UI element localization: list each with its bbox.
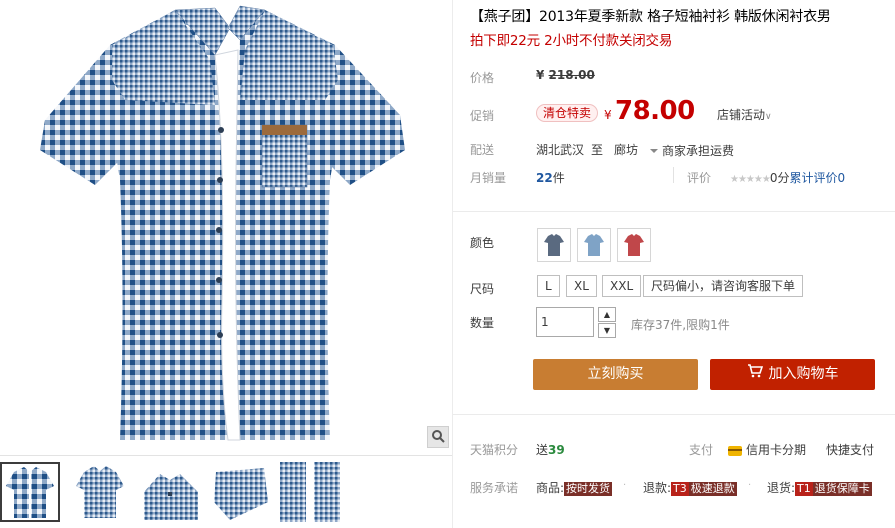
product-info-panel: 【燕子团】2013年夏季新款 格子短袖衬衫 韩版休闲衬衣男 拍下即22元 2小时… (453, 0, 895, 528)
chevron-down-icon: ∨ (765, 112, 772, 122)
pay-label: 支付 (689, 443, 714, 457)
size-option-l[interactable]: L (537, 275, 560, 297)
credit-card-label: 信用卡分期 (746, 443, 807, 457)
points-give: 送 (536, 443, 549, 457)
delivery-destination: 廊坊 (614, 143, 639, 157)
color-option-2[interactable] (577, 228, 611, 262)
quantity-input[interactable] (536, 307, 594, 337)
chevron-down-icon (649, 148, 658, 153)
service-goods: 商品: 按时发货 (536, 479, 613, 496)
credit-card-option[interactable]: 信用卡分期 (728, 441, 806, 458)
quantity-up-button[interactable]: ▲ (598, 307, 616, 322)
thumbnail-4[interactable] (210, 462, 270, 522)
product-gallery (0, 0, 452, 528)
size-option-xl[interactable]: XL (566, 275, 597, 297)
add-to-cart-label: 加入购物车 (768, 366, 839, 382)
original-price: ¥ 218.00 (536, 68, 595, 82)
store-activity-dropdown[interactable]: 店铺活动∨ (717, 106, 772, 123)
size-label: 尺码 (470, 282, 495, 296)
zoom-icon (431, 429, 445, 446)
delivery-to-word: 至 (591, 143, 604, 157)
delivery-from: 湖北武汉 (536, 143, 585, 157)
promo-label: 促销 (470, 109, 495, 123)
add-to-cart-button[interactable]: 加入购物车 (710, 359, 875, 390)
thumbnail-3[interactable] (140, 462, 200, 522)
service-label: 服务承诺 (470, 481, 519, 495)
color-option-3[interactable] (617, 228, 651, 262)
service-refund-label: 退款: (643, 481, 672, 495)
store-activity-label: 店铺活动 (717, 108, 766, 122)
spinner-up-icon: ▲ (603, 310, 611, 319)
rating-stars: ★★★★★ (730, 174, 771, 185)
quantity-label: 数量 (470, 316, 495, 330)
section-divider-2 (453, 414, 895, 415)
points-value: 送39 (536, 441, 565, 458)
thumbnail-2[interactable] (70, 462, 130, 522)
rating-summary: ★★★★★0分累计评价0 (730, 169, 845, 186)
cumulative-reviews-link[interactable]: 累计评价 (789, 171, 837, 185)
refund-code-badge: T3 (671, 482, 689, 496)
cart-icon (747, 359, 763, 390)
main-product-image[interactable] (0, 0, 452, 450)
rating-score: 0分 (769, 171, 790, 185)
service-goods-label: 商品: (536, 481, 565, 495)
monthly-sales: 22件 (536, 169, 565, 186)
fast-refund-badge[interactable]: 极速退款 (688, 482, 737, 496)
thumbnail-strip (0, 455, 452, 528)
original-price-value: 218.00 (548, 68, 595, 82)
original-price-currency: ¥ (536, 68, 545, 82)
promo-price: 78.00 (615, 96, 695, 126)
points-amount: 39 (548, 443, 565, 457)
product-subtitle: 拍下即22元 2小时不付款关闭交易 (470, 33, 673, 49)
thumbnail-1[interactable] (0, 462, 60, 522)
quantity-down-button[interactable]: ▼ (598, 323, 616, 338)
return-code-badge: T1 (795, 482, 813, 496)
delivery-destination-select[interactable]: 廊坊 (614, 141, 658, 158)
quick-pay-option[interactable]: 快捷支付 (826, 441, 874, 458)
separator-dot: · (623, 480, 627, 491)
spinner-down-icon: ▼ (603, 326, 611, 335)
promo-tag: 清仓特卖 (536, 104, 599, 122)
monthly-sales-label: 月销量 (470, 171, 507, 185)
monthly-sales-unit: 件 (552, 171, 565, 185)
monthly-sales-count: 22 (536, 171, 553, 185)
buy-now-button[interactable]: 立刻购买 (533, 359, 698, 390)
credit-card-icon (728, 445, 742, 456)
points-label: 天猫积分 (470, 443, 519, 457)
service-refund: 退款: T3 极速退款 (643, 479, 737, 496)
review-count: 0 (837, 171, 846, 185)
color-option-1[interactable] (537, 228, 571, 262)
service-return: 退货: T1 退货保障卡 (767, 479, 872, 496)
size-note-option[interactable]: 尺码偏小，请咨询客服下单 (643, 275, 804, 297)
service-return-label: 退货: (767, 481, 796, 495)
section-divider (453, 211, 895, 212)
zoom-button[interactable] (427, 426, 449, 448)
thumbnail-5[interactable] (280, 462, 340, 522)
delivery-label: 配送 (470, 143, 495, 157)
color-label: 颜色 (470, 236, 495, 250)
on-time-shipping-badge[interactable]: 按时发货 (564, 482, 613, 496)
size-option-xxl[interactable]: XXL (602, 275, 642, 297)
return-guarantee-badge[interactable]: 退货保障卡 (812, 482, 872, 496)
shipping-note: 商家承担运费 (662, 144, 735, 158)
promo-currency: ¥ (604, 108, 612, 122)
separator-dot: · (748, 480, 752, 491)
product-title: 【燕子团】2013年夏季新款 格子短袖衬衫 韩版休闲衬衣男 (470, 9, 831, 25)
price-label: 价格 (470, 71, 495, 85)
divider (673, 167, 674, 183)
rating-label: 评价 (687, 171, 712, 185)
stock-note: 库存37件,限购1件 (631, 318, 730, 332)
